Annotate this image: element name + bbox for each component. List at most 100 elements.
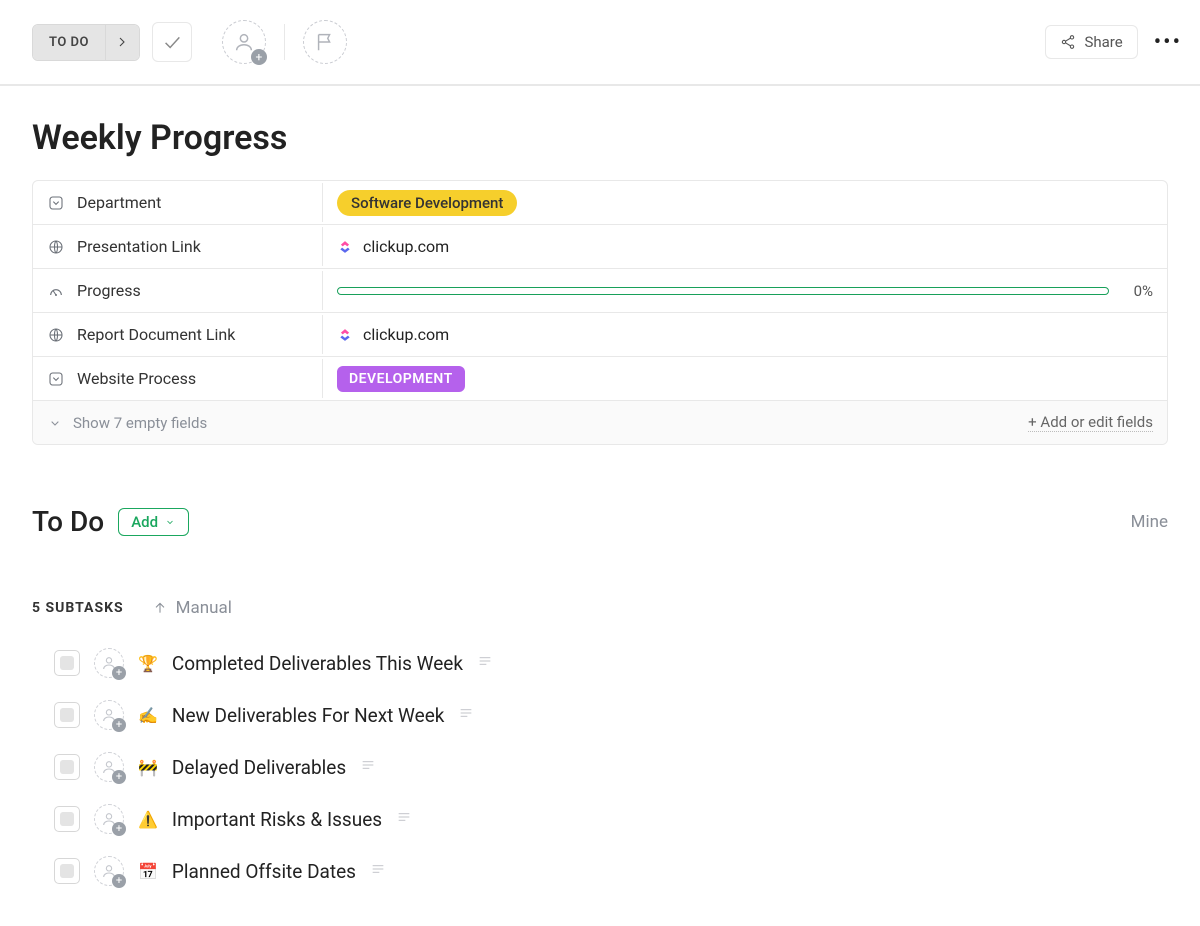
todo-section-header: To Do Add Mine — [32, 505, 1168, 538]
plus-badge-icon: + — [112, 770, 126, 784]
link-text: clickup.com — [363, 325, 449, 344]
assign-subtask-button[interactable]: + — [94, 648, 124, 678]
field-value[interactable]: Software Development — [323, 182, 1167, 224]
task-title[interactable]: Weekly Progress — [32, 118, 1168, 158]
subtask-row[interactable]: + ✍️ New Deliverables For Next Week — [54, 700, 1168, 730]
share-button-label: Share — [1084, 33, 1122, 51]
field-row: Website Process DEVELOPMENT — [33, 357, 1167, 401]
show-empty-fields-button[interactable]: Show 7 empty fields — [73, 414, 207, 432]
subtask-emoji: ⚠️ — [138, 810, 158, 829]
chevron-down-icon — [164, 516, 176, 528]
todo-section-title: To Do — [32, 505, 104, 538]
progress-bar[interactable] — [337, 287, 1109, 295]
plus-badge-icon: + — [251, 49, 267, 65]
clickup-favicon-icon — [337, 239, 353, 255]
subtask-checkbox[interactable] — [54, 858, 80, 884]
plus-badge-icon: + — [112, 666, 126, 680]
sort-mode-label: Manual — [176, 598, 232, 618]
chevron-down-icon[interactable] — [47, 415, 63, 431]
subtask-row[interactable]: + ⚠️ Important Risks & Issues — [54, 804, 1168, 834]
share-button[interactable]: Share — [1045, 25, 1137, 59]
subtask-row[interactable]: + 🏆 Completed Deliverables This Week — [54, 648, 1168, 678]
field-value[interactable]: DEVELOPMENT — [323, 358, 1167, 400]
field-name: Department — [77, 193, 161, 212]
task-toolbar: TO DO + Share ••• — [0, 0, 1200, 86]
description-icon[interactable] — [360, 757, 376, 777]
field-row: Report Document Link clickup.com — [33, 313, 1167, 357]
plus-badge-icon: + — [112, 874, 126, 888]
progress-percent: 0% — [1121, 282, 1153, 300]
assign-subtask-button[interactable]: + — [94, 856, 124, 886]
subtask-title[interactable]: Completed Deliverables This Week — [172, 652, 463, 675]
field-label: Department — [33, 183, 323, 222]
assign-subtask-button[interactable]: + — [94, 804, 124, 834]
description-icon[interactable] — [477, 653, 493, 673]
subtasks-count: 5 SUBTASKS — [32, 600, 124, 616]
description-icon[interactable] — [370, 861, 386, 881]
subtask-checkbox[interactable] — [54, 806, 80, 832]
subtask-checkbox[interactable] — [54, 702, 80, 728]
field-value[interactable]: clickup.com — [323, 317, 1167, 352]
field-label: Progress — [33, 271, 323, 310]
subtask-checkbox[interactable] — [54, 650, 80, 676]
divider — [284, 24, 285, 60]
subtask-emoji: 🚧 — [138, 758, 158, 777]
field-label: Website Process — [33, 359, 323, 398]
subtask-title[interactable]: Important Risks & Issues — [172, 808, 382, 831]
subtask-row[interactable]: + 📅 Planned Offsite Dates — [54, 856, 1168, 886]
globe-icon — [48, 327, 64, 343]
add-assignee-button[interactable]: + — [222, 20, 266, 64]
clickup-favicon-icon — [337, 327, 353, 343]
subtask-title[interactable]: Delayed Deliverables — [172, 756, 346, 779]
status-button-group: TO DO — [32, 24, 140, 61]
subtask-title[interactable]: New Deliverables For Next Week — [172, 704, 444, 727]
globe-icon — [48, 239, 64, 255]
dropdown-icon — [48, 371, 64, 387]
description-icon[interactable] — [458, 705, 474, 725]
gauge-icon — [48, 283, 64, 299]
dropdown-icon — [48, 195, 64, 211]
add-button-label: Add — [131, 513, 158, 531]
subtask-emoji: 📅 — [138, 862, 158, 881]
subtask-emoji: 🏆 — [138, 654, 158, 673]
set-priority-button[interactable] — [303, 20, 347, 64]
description-icon[interactable] — [396, 809, 412, 829]
add-subtask-button[interactable]: Add — [118, 508, 189, 536]
subtask-row[interactable]: + 🚧 Delayed Deliverables — [54, 752, 1168, 782]
status-caret-button[interactable] — [105, 25, 139, 60]
person-icon — [233, 31, 255, 53]
field-value[interactable]: clickup.com — [323, 229, 1167, 264]
field-row: Presentation Link clickup.com — [33, 225, 1167, 269]
subtask-emoji: ✍️ — [138, 706, 158, 725]
plus-badge-icon: + — [112, 718, 126, 732]
custom-fields-table: Department Software Development Presenta… — [32, 180, 1168, 445]
mine-filter-button[interactable]: Mine — [1131, 512, 1168, 532]
status-button[interactable]: TO DO — [33, 25, 105, 60]
field-name: Progress — [77, 281, 141, 300]
link-text: clickup.com — [363, 237, 449, 256]
field-name: Presentation Link — [77, 237, 201, 256]
flag-icon — [314, 31, 336, 53]
field-row: Department Software Development — [33, 181, 1167, 225]
fields-footer: Show 7 empty fields + Add or edit fields — [33, 401, 1167, 444]
field-label: Report Document Link — [33, 315, 323, 354]
website-process-pill: DEVELOPMENT — [337, 366, 465, 392]
assign-subtask-button[interactable]: + — [94, 752, 124, 782]
subtask-checkbox[interactable] — [54, 754, 80, 780]
sort-mode-button[interactable]: Manual — [152, 598, 232, 618]
department-pill: Software Development — [337, 190, 517, 216]
assign-subtask-button[interactable]: + — [94, 700, 124, 730]
check-icon — [161, 31, 183, 53]
subtask-title[interactable]: Planned Offsite Dates — [172, 860, 356, 883]
more-menu-button[interactable]: ••• — [1154, 30, 1182, 55]
complete-task-button[interactable] — [152, 22, 192, 62]
field-label: Presentation Link — [33, 227, 323, 266]
add-edit-fields-button[interactable]: + Add or edit fields — [1028, 413, 1153, 432]
field-value[interactable]: 0% — [323, 274, 1167, 308]
subtask-list: + 🏆 Completed Deliverables This Week + ✍… — [32, 648, 1168, 886]
plus-badge-icon: + — [112, 822, 126, 836]
field-name: Report Document Link — [77, 325, 235, 344]
share-icon — [1060, 34, 1076, 50]
caret-right-icon — [114, 34, 130, 50]
subtasks-meta: 5 SUBTASKS Manual — [32, 598, 1168, 618]
